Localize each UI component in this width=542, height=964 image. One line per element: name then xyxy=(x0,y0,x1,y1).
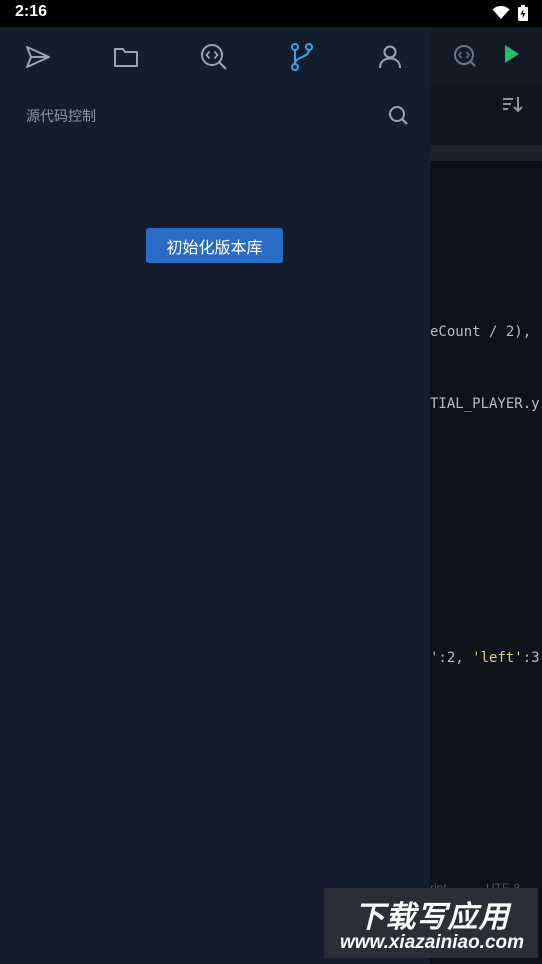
side-drawer: 源代码控制 初始化版本库 xyxy=(0,27,430,964)
search-icon xyxy=(389,106,408,125)
tab-send[interactable] xyxy=(22,41,54,73)
git-branch-icon xyxy=(291,43,313,71)
run-icon[interactable] xyxy=(502,43,522,65)
code-line[interactable]: eCount / 2), xyxy=(430,324,531,340)
code-line[interactable]: ':2, 'left':3 xyxy=(430,650,540,666)
status-icons xyxy=(492,5,528,21)
panel-title: 源代码控制 xyxy=(26,109,96,125)
watermark-logo: 下载写应用 www.xiazainiao.com xyxy=(324,888,538,958)
code-string-token: 'left' xyxy=(472,650,523,666)
wifi-icon xyxy=(492,6,510,19)
folder-icon xyxy=(114,48,138,67)
code-token: :3 xyxy=(522,650,540,666)
search-button[interactable] xyxy=(386,103,412,129)
code-token: ':2, xyxy=(430,650,473,666)
current-line-highlight xyxy=(430,145,542,161)
send-icon xyxy=(26,46,50,68)
tab-code-search[interactable] xyxy=(198,41,230,73)
init-repository-button[interactable]: 初始化版本库 xyxy=(146,228,283,263)
code-search-icon[interactable] xyxy=(452,43,478,69)
status-bar: 2:16 xyxy=(0,0,542,27)
sort-icon[interactable] xyxy=(501,95,525,115)
watermark-title: 下载写应用 xyxy=(354,900,510,935)
battery-icon xyxy=(518,5,528,21)
status-time: 2:16 xyxy=(15,3,48,20)
user-icon xyxy=(379,45,401,69)
code-search-icon xyxy=(201,44,227,70)
code-line[interactable]: TIAL_PLAYER.y xyxy=(430,396,540,412)
drawer-tabs xyxy=(0,27,430,91)
watermark-url: www.xiazainiao.com xyxy=(339,932,525,953)
tab-files[interactable] xyxy=(110,41,142,73)
tab-source-control[interactable] xyxy=(286,41,318,73)
tab-account[interactable] xyxy=(374,41,406,73)
